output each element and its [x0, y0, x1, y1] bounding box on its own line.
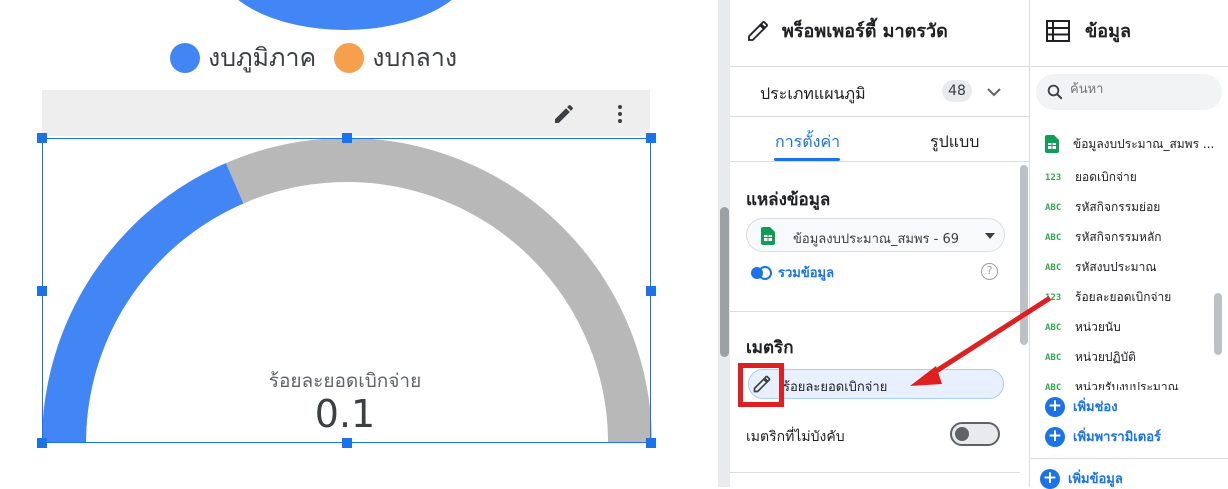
resize-handle-bottom[interactable]	[342, 438, 352, 448]
properties-title: พร็อพเพอร์ตี้ มาตรวัด	[782, 21, 948, 42]
divider	[730, 66, 1030, 67]
divider	[730, 311, 1020, 312]
divider	[730, 116, 1030, 117]
field-list-scrollbar[interactable]	[1214, 293, 1222, 355]
blend-icon	[751, 265, 772, 280]
field-item[interactable]: ABC รหัสกิจกรรมย่อย	[1045, 198, 1160, 217]
field-type-icon: ABC	[1045, 352, 1062, 363]
field-name: รหัสกิจกรรมย่อย	[1075, 200, 1161, 214]
search-input[interactable]	[1070, 82, 1210, 97]
data-panel-header: ข้อมูล	[1045, 16, 1131, 45]
properties-panel: พร็อพเพอร์ตี้ มาตรวัด ประเภทแผนภูมิ 48 ก…	[730, 0, 1030, 487]
metric-chip-label: ร้อยละยอดเบิกจ่าย	[783, 380, 888, 395]
resize-handle-left[interactable]	[37, 286, 47, 296]
field-type-icon: 123	[1045, 292, 1062, 303]
field-item[interactable]: 123 ยอดเบิกจ่าย	[1045, 168, 1137, 187]
chart-type-label[interactable]: ประเภทแผนภูมิ	[760, 82, 866, 107]
chart-selection-frame[interactable]	[42, 138, 651, 443]
field-item[interactable]: ABC รหัสงบประมาณ	[1045, 258, 1156, 277]
field-item[interactable]: ABC หน่วยปฏิบัติ	[1045, 348, 1136, 367]
field-name: ยอดเบิกจ่าย	[1075, 170, 1137, 184]
add-data-label: เพิ่มข้อมูล	[1068, 472, 1123, 487]
resize-handle-bottom-left[interactable]	[37, 438, 47, 448]
field-type-icon: ABC	[1045, 382, 1062, 391]
add-field-button[interactable]: + เพิ่มช่อง	[1045, 396, 1118, 417]
divider	[730, 472, 1020, 473]
highlight-annotation-box	[738, 363, 784, 407]
metric-heading: เมตริก	[746, 338, 794, 358]
resize-handle-top[interactable]	[342, 133, 352, 143]
divider	[1031, 66, 1228, 67]
field-name: รหัสงบประมาณ	[1075, 260, 1157, 274]
field-type-icon: ABC	[1045, 322, 1062, 333]
google-sheets-icon	[761, 227, 775, 245]
chart-type-count-badge: 48	[942, 80, 972, 102]
add-data-button[interactable]: + เพิ่มข้อมูล	[1040, 468, 1123, 489]
optional-metrics-label: เมตริกที่ไม่บังคับ	[746, 429, 845, 445]
add-parameter-button[interactable]: + เพิ่มพารามิเตอร์	[1045, 426, 1161, 447]
resize-handle-top-right[interactable]	[646, 133, 656, 143]
field-name: รหัสกิจกรรมหลัก	[1075, 230, 1162, 244]
data-source-select[interactable]: ข้อมูลงบประมาณ_สมพร - 69	[746, 218, 1005, 252]
properties-header: พร็อพเพอร์ตี้ มาตรวัด	[746, 16, 948, 45]
add-parameter-label: เพิ่มพารามิเตอร์	[1073, 430, 1161, 445]
plus-icon: +	[1045, 426, 1065, 447]
tab-style[interactable]: รูปแบบ	[930, 130, 979, 155]
data-panel-title: ข้อมูล	[1085, 21, 1132, 42]
field-search-box[interactable]	[1036, 74, 1222, 110]
dropdown-caret-icon	[985, 233, 995, 239]
toggle-knob	[955, 427, 969, 441]
field-item[interactable]: ABC รหัสกิจกรรมหลัก	[1045, 228, 1162, 247]
optional-metrics-toggle[interactable]	[950, 422, 1000, 446]
database-table-icon	[1046, 19, 1070, 42]
field-name: หน่วยรับงบประมาณ	[1075, 380, 1179, 390]
properties-scrollbar[interactable]	[1020, 165, 1028, 345]
data-source-name: ข้อมูลงบประมาณ_สมพร ...	[1073, 136, 1215, 151]
field-name: ร้อยละยอดเบิกจ่าย	[1075, 290, 1172, 304]
data-source-row[interactable]: ข้อมูลงบประมาณ_สมพร ...	[1045, 134, 1214, 154]
data-source-heading: แหล่งข้อมูล	[746, 190, 831, 210]
field-type-icon: ABC	[1045, 262, 1062, 273]
blend-data-label: รวมข้อมูล	[778, 266, 835, 281]
metric-chip[interactable]: ร้อยละยอดเบิกจ่าย	[748, 369, 1004, 399]
field-list: 123 ยอดเบิกจ่าย ABC รหัสกิจกรรมย่อย ABC …	[1045, 162, 1217, 390]
plus-icon: +	[1045, 396, 1065, 417]
report-canvas: งบภูมิภาค งบกลาง ร้อยละยอดเบิกจ่าย 0.1	[0, 0, 718, 487]
search-icon	[1047, 84, 1063, 100]
add-field-label: เพิ่มช่อง	[1073, 400, 1118, 415]
pencil-icon	[748, 20, 768, 41]
canvas-scrollbar[interactable]	[720, 207, 729, 357]
field-name: หน่วยปฏิบัติ	[1075, 350, 1136, 364]
field-item[interactable]: 123 ร้อยละยอดเบิกจ่าย	[1045, 288, 1171, 307]
field-type-icon: 123	[1045, 172, 1062, 183]
field-item[interactable]: ABC หน่วยรับงบประมาณ	[1045, 378, 1179, 390]
divider	[730, 161, 1030, 162]
field-type-icon: ABC	[1045, 202, 1062, 213]
google-sheets-icon	[1045, 135, 1059, 153]
data-source-value: ข้อมูลงบประมาณ_สมพร - 69	[793, 232, 960, 247]
data-panel: ข้อมูล ข้อมูลงบประมาณ_สมพร ... 123 ยอดเบ…	[1031, 0, 1228, 489]
chevron-down-icon[interactable]	[986, 86, 1002, 98]
tab-setup[interactable]: การตั้งค่า	[775, 130, 840, 155]
field-name: หน่วยนับ	[1075, 320, 1121, 334]
resize-handle-right[interactable]	[646, 286, 656, 296]
blend-data-link[interactable]: รวมข้อมูล	[750, 262, 834, 283]
divider	[1031, 458, 1228, 459]
help-icon[interactable]: ?	[981, 263, 998, 280]
field-type-icon: ABC	[1045, 232, 1062, 243]
resize-handle-top-left[interactable]	[37, 133, 47, 143]
plus-icon: +	[1040, 468, 1060, 489]
field-item[interactable]: ABC หน่วยนับ	[1045, 318, 1121, 337]
resize-handle-bottom-right[interactable]	[646, 438, 656, 448]
